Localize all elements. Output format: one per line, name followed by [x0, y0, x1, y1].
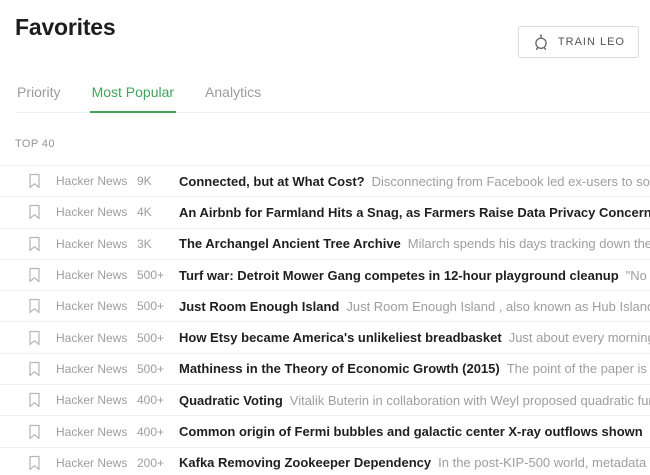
row-snippet: In the post-KIP-500 world, metadata will…: [438, 455, 650, 470]
bookmark-icon[interactable]: [28, 330, 41, 346]
bookmark-icon[interactable]: [28, 173, 41, 189]
row-snippet: "No one owns the playgrounds": [626, 268, 650, 283]
list-item[interactable]: Hacker News 200+ Kafka Removing Zookeepe…: [0, 447, 650, 475]
row-snippet: Just Room Enough Island , also known as …: [346, 299, 650, 314]
row-count: 500+: [137, 362, 179, 376]
bookmark-icon[interactable]: [28, 361, 41, 377]
row-title: Kafka Removing Zookeeper Dependency: [179, 455, 431, 470]
list-item[interactable]: Hacker News 9K Connected, but at What Co…: [0, 165, 650, 196]
tab-bar: Priority Most Popular Analytics: [15, 84, 650, 113]
row-title: Turf war: Detroit Mower Gang competes in…: [179, 268, 619, 283]
bookmark-icon[interactable]: [28, 455, 41, 471]
favorites-page: Favorites TRAIN LEO Priority Most Popula…: [0, 14, 650, 475]
row-count: 400+: [137, 393, 179, 407]
list-item[interactable]: Hacker News 500+ Just Room Enough Island…: [0, 290, 650, 321]
row-source: Hacker News: [56, 237, 137, 251]
row-snippet: Disconnecting from Facebook led ex-users…: [372, 174, 650, 189]
favorites-list: Hacker News 9K Connected, but at What Co…: [0, 165, 650, 475]
row-title: Mathiness in the Theory of Economic Grow…: [179, 361, 500, 376]
row-source: Hacker News: [56, 393, 137, 407]
bookmark-icon[interactable]: [28, 236, 41, 252]
list-item[interactable]: Hacker News 3K The Archangel Ancient Tre…: [0, 228, 650, 259]
list-item[interactable]: Hacker News 500+ How Etsy became America…: [0, 321, 650, 352]
row-count: 3K: [137, 237, 179, 251]
bookmark-icon[interactable]: [28, 267, 41, 283]
list-item[interactable]: Hacker News 4K An Airbnb for Farmland Hi…: [0, 196, 650, 227]
list-item[interactable]: Hacker News 400+ Common origin of Fermi …: [0, 415, 650, 446]
list-item[interactable]: Hacker News 500+ Turf war: Detroit Mower…: [0, 259, 650, 290]
bookmark-icon[interactable]: [28, 298, 41, 314]
row-title: Common origin of Fermi bubbles and galac…: [179, 424, 643, 439]
row-count: 9K: [137, 174, 179, 188]
row-title: Connected, but at What Cost?: [179, 174, 365, 189]
row-snippet: Vitalik Buterin in collaboration with We…: [290, 393, 650, 408]
row-count: 500+: [137, 299, 179, 313]
tab-analytics[interactable]: Analytics: [203, 84, 263, 112]
row-title: The Archangel Ancient Tree Archive: [179, 236, 401, 251]
row-source: Hacker News: [56, 205, 137, 219]
row-source: Hacker News: [56, 331, 137, 345]
row-count: 200+: [137, 456, 179, 470]
row-count: 500+: [137, 331, 179, 345]
row-snippet: The point of the paper is that if we wan…: [507, 361, 650, 376]
section-label: TOP 40: [15, 138, 650, 150]
row-snippet: Just about every morning since Andrew: [509, 330, 650, 345]
row-source: Hacker News: [56, 362, 137, 376]
train-leo-button[interactable]: TRAIN LEO: [518, 26, 639, 58]
row-count: 4K: [137, 205, 179, 219]
leo-robot-icon: [532, 33, 550, 51]
row-source: Hacker News: [56, 456, 137, 470]
bookmark-icon[interactable]: [28, 392, 41, 408]
tab-most-popular[interactable]: Most Popular: [90, 84, 176, 113]
tab-priority[interactable]: Priority: [15, 84, 63, 112]
bookmark-icon[interactable]: [28, 204, 41, 220]
row-snippet: Milarch spends his days tracking down th…: [408, 236, 650, 251]
list-item[interactable]: Hacker News 400+ Quadratic Voting Vitali…: [0, 384, 650, 415]
row-source: Hacker News: [56, 268, 137, 282]
row-count: 400+: [137, 425, 179, 439]
row-source: Hacker News: [56, 299, 137, 313]
train-leo-label: TRAIN LEO: [558, 36, 625, 48]
row-title: Just Room Enough Island: [179, 299, 339, 314]
row-count: 500+: [137, 268, 179, 282]
bookmark-icon[interactable]: [28, 424, 41, 440]
row-source: Hacker News: [56, 425, 137, 439]
row-title: Quadratic Voting: [179, 393, 283, 408]
row-title: An Airbnb for Farmland Hits a Snag, as F…: [179, 205, 650, 220]
row-title: How Etsy became America's unlikeliest br…: [179, 330, 502, 345]
list-item[interactable]: Hacker News 500+ Mathiness in the Theory…: [0, 353, 650, 384]
row-source: Hacker News: [56, 174, 137, 188]
